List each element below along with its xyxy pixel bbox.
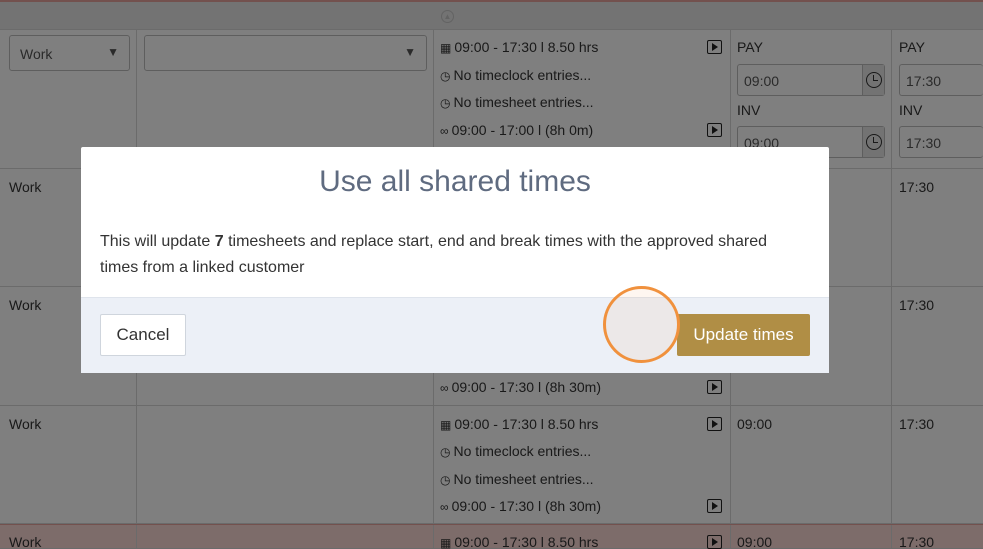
click-indicator xyxy=(603,286,680,363)
dialog-footer: Cancel Update times xyxy=(81,297,829,373)
cancel-button[interactable]: Cancel xyxy=(100,314,186,356)
shared-times-dialog: Use all shared times This will update 7 … xyxy=(81,147,829,373)
dialog-title: Use all shared times xyxy=(319,165,591,198)
update-times-button[interactable]: Update times xyxy=(677,314,810,356)
timesheet-count: 7 xyxy=(214,233,224,250)
dialog-message: This will update 7 timesheets and replac… xyxy=(100,233,768,276)
